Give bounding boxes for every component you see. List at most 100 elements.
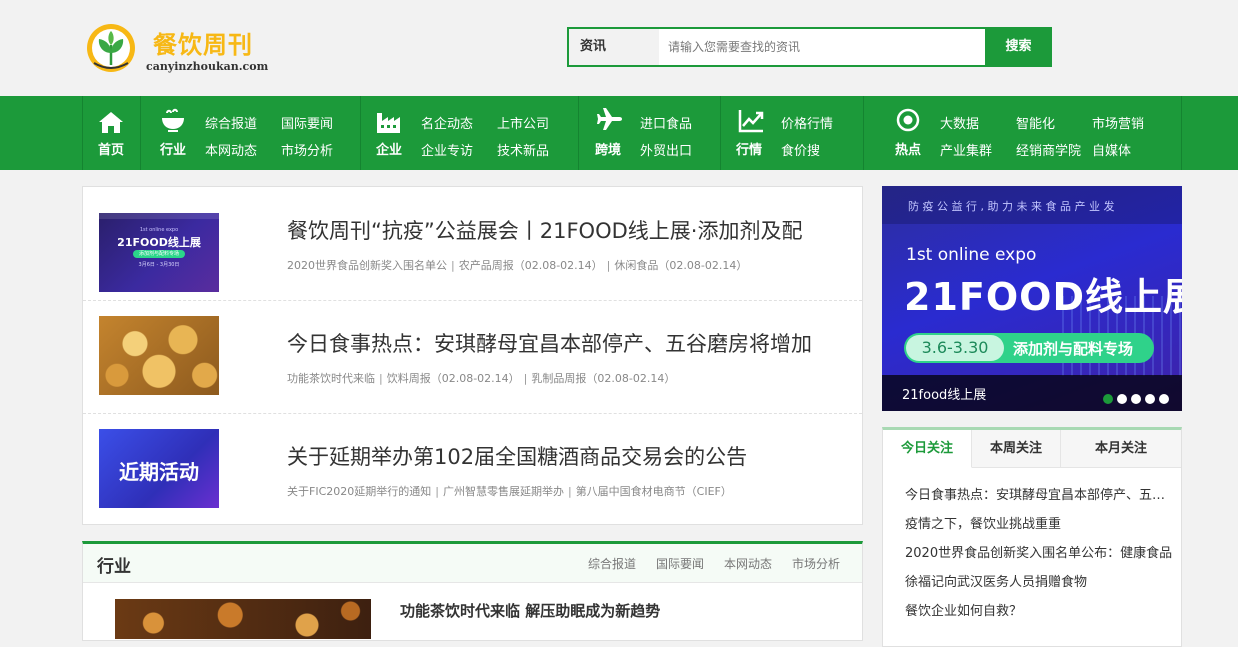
trending-item[interactable]: 餐饮企业如何自救？ bbox=[905, 600, 1173, 619]
logo-icon[interactable] bbox=[86, 23, 136, 73]
news-thumbnail-image[interactable]: 近期活动 bbox=[99, 429, 219, 508]
nav-link-self-media[interactable]: 自媒体 bbox=[1092, 140, 1131, 159]
related-link[interactable]: 广州智慧零售展延期举办 bbox=[443, 485, 564, 498]
search-input[interactable] bbox=[659, 29, 985, 65]
nav-divider bbox=[360, 96, 361, 170]
related-link[interactable]: 第八届中国食材电商节（CIEF） bbox=[576, 485, 732, 498]
trend-chart-icon bbox=[738, 110, 764, 133]
nav-link-marketing[interactable]: 市场营销 bbox=[1092, 113, 1144, 132]
search-category-select[interactable]: 资讯 bbox=[569, 29, 659, 65]
home-icon[interactable] bbox=[97, 109, 125, 135]
nav-link-industry-cluster[interactable]: 产业集群 bbox=[940, 140, 992, 159]
nav-link-prices[interactable]: 价格行情 bbox=[781, 113, 833, 132]
carousel-dot[interactable] bbox=[1117, 394, 1127, 404]
related-link[interactable]: 2020世界食品创新奖入围名单公 bbox=[287, 259, 447, 272]
nav-link-import-food[interactable]: 进口食品 bbox=[640, 113, 692, 132]
tab-this-week[interactable]: 本周关注 bbox=[972, 430, 1061, 468]
target-icon bbox=[896, 108, 920, 132]
banner-title: 21FOOD线上展 bbox=[904, 275, 1182, 319]
tab-today[interactable]: 今日关注 bbox=[883, 430, 972, 468]
related-link[interactable]: 乳制品周报（02.08-02.14） bbox=[531, 372, 675, 385]
article-thumbnail-image[interactable] bbox=[115, 599, 371, 639]
separator: | bbox=[451, 259, 455, 272]
banner-badge-text: 添加剂与配料专场 bbox=[1013, 340, 1134, 358]
carousel-dot[interactable] bbox=[1131, 394, 1141, 404]
separator: | bbox=[435, 485, 439, 498]
article-title[interactable]: 功能茶饮时代来临 解压助眠成为新趋势 bbox=[400, 600, 660, 621]
carousel-dot[interactable] bbox=[1103, 394, 1113, 404]
search-bar: 资讯 搜索 bbox=[567, 27, 1052, 67]
carousel-indicators bbox=[1103, 389, 1173, 404]
news-item[interactable]: 1st online expo 21FOOD线上展 添加剂与配料专场 3月6日 … bbox=[83, 187, 862, 300]
section-link-market-analysis[interactable]: 市场分析 bbox=[792, 555, 840, 572]
news-item[interactable]: 近期活动 关于延期举办第102届全国糖酒商品交易会的公告 关于FIC2020延期… bbox=[83, 413, 862, 526]
section-link-comprehensive[interactable]: 综合报道 bbox=[588, 555, 636, 572]
headline-news-list: 1st online expo 21FOOD线上展 添加剂与配料专场 3月6日 … bbox=[82, 186, 863, 525]
search-button[interactable]: 搜索 bbox=[985, 29, 1052, 65]
thumbnail-title: 21FOOD线上展 bbox=[117, 236, 201, 249]
nav-link-big-data[interactable]: 大数据 bbox=[940, 113, 979, 132]
section-link-international[interactable]: 国际要闻 bbox=[656, 555, 704, 572]
nav-link-listed-companies[interactable]: 上市公司 bbox=[497, 113, 549, 132]
nav-crossborder[interactable]: 跨境 bbox=[588, 139, 628, 158]
nav-hot[interactable]: 热点 bbox=[888, 139, 928, 158]
news-thumbnail-image[interactable] bbox=[99, 316, 219, 395]
news-title[interactable]: 今日食事热点：安琪酵母宜昌本部停产、五谷磨房将增加 bbox=[287, 328, 857, 358]
logo-domain: canyinzhoukan.com bbox=[146, 60, 269, 73]
thumbnail-top-strip bbox=[99, 213, 219, 219]
site-header: 餐饮周刊 canyinzhoukan.com 资讯 搜索 bbox=[0, 0, 1238, 96]
airplane-icon bbox=[597, 108, 622, 130]
nav-link-interviews[interactable]: 企业专访 bbox=[421, 140, 473, 159]
trending-item[interactable]: 2020世界食品创新奖入围名单公布：健康食品 bbox=[905, 542, 1173, 561]
carousel-dot[interactable] bbox=[1159, 394, 1169, 404]
related-link[interactable]: 功能茶饮时代来临 bbox=[287, 372, 375, 385]
nav-link-price-search[interactable]: 食价搜 bbox=[781, 140, 820, 159]
trending-item[interactable]: 徐福记向武汉医务人员捐赠食物 bbox=[905, 571, 1173, 590]
nav-market[interactable]: 行情 bbox=[729, 139, 769, 158]
news-thumbnail-image[interactable]: 1st online expo 21FOOD线上展 添加剂与配料专场 3月6日 … bbox=[99, 213, 219, 292]
related-link[interactable]: 休闲食品（02.08-02.14） bbox=[614, 259, 747, 272]
nav-link-comprehensive[interactable]: 综合报道 bbox=[205, 113, 257, 132]
nav-link-market-analysis[interactable]: 市场分析 bbox=[281, 140, 333, 159]
banner-caption: 21food线上展 bbox=[902, 388, 987, 403]
related-link[interactable]: 农产品周报（02.08-02.14） bbox=[459, 259, 603, 272]
nav-link-dealer-academy[interactable]: 经销商学院 bbox=[1016, 140, 1081, 159]
logo-title[interactable]: 餐饮周刊 bbox=[153, 25, 253, 60]
banner-subtitle: 1st online expo bbox=[906, 245, 1037, 265]
nav-link-export[interactable]: 外贸出口 bbox=[640, 140, 692, 159]
nav-link-site-news[interactable]: 本网动态 bbox=[205, 140, 257, 159]
promo-banner[interactable]: 防 疫 公 益 行 , 助 力 未 来 食 品 产 业 发 1st online… bbox=[882, 186, 1182, 411]
nav-divider bbox=[1181, 96, 1182, 170]
news-related-links: 功能茶饮时代来临 | 饮料周报（02.08-02.14） | 乳制品周报（02.08-0… bbox=[287, 370, 675, 386]
nav-home[interactable]: 首页 bbox=[91, 139, 131, 158]
trending-item[interactable]: 今日食事热点：安琪酵母宜昌本部停产、五谷磨房将增加 bbox=[905, 484, 1173, 503]
bowl-icon bbox=[162, 108, 184, 132]
banner-slogan: 防 疫 公 益 行 , 助 力 未 来 食 品 产 业 发 bbox=[908, 200, 1115, 213]
news-related-links: 2020世界食品创新奖入围名单公 | 农产品周报（02.08-02.14） | 休闲食品… bbox=[287, 257, 747, 273]
section-header: 行业 综合报道 国际要闻 本网动态 市场分析 bbox=[83, 544, 862, 583]
nav-link-international[interactable]: 国际要闻 bbox=[281, 113, 333, 132]
industry-section: 行业 综合报道 国际要闻 本网动态 市场分析 功能茶饮时代来临 解压助眠成为新趋… bbox=[82, 541, 863, 641]
news-title[interactable]: 关于延期举办第102届全国糖酒商品交易会的公告 bbox=[287, 441, 857, 471]
trending-panel: 今日关注 本周关注 本月关注 今日食事热点：安琪酵母宜昌本部停产、五谷磨房将增加… bbox=[882, 427, 1182, 647]
section-title: 行业 bbox=[97, 557, 131, 577]
separator: | bbox=[567, 485, 572, 498]
nav-link-new-products[interactable]: 技术新品 bbox=[497, 140, 549, 159]
separator: | bbox=[523, 372, 528, 385]
news-title[interactable]: 餐饮周刊“抗疫”公益展会丨21FOOD线上展·添加剂及配 bbox=[287, 215, 857, 245]
news-item[interactable]: 今日食事热点：安琪酵母宜昌本部停产、五谷磨房将增加 功能茶饮时代来临 | 饮料周报（… bbox=[83, 300, 862, 413]
nav-link-famous-companies[interactable]: 名企动态 bbox=[421, 113, 473, 132]
related-link[interactable]: 关于FIC2020延期举行的通知 bbox=[287, 485, 431, 498]
trending-item[interactable]: 疫情之下，餐饮业挑战重重 bbox=[905, 513, 1173, 532]
section-link-site-news[interactable]: 本网动态 bbox=[724, 555, 772, 572]
nav-divider bbox=[578, 96, 579, 170]
tab-this-month[interactable]: 本月关注 bbox=[1061, 430, 1181, 468]
nav-industry[interactable]: 行业 bbox=[153, 139, 193, 158]
related-link[interactable]: 饮料周报（02.08-02.14） bbox=[387, 372, 520, 385]
factory-icon bbox=[377, 113, 400, 133]
thumbnail-badge: 添加剂与配料专场 bbox=[133, 250, 185, 258]
nav-link-intelligence[interactable]: 智能化 bbox=[1016, 113, 1055, 132]
carousel-dot[interactable] bbox=[1145, 394, 1155, 404]
nav-enterprise[interactable]: 企业 bbox=[369, 139, 409, 158]
thumbnail-date: 3月6日 - 3月30日 bbox=[138, 262, 180, 268]
